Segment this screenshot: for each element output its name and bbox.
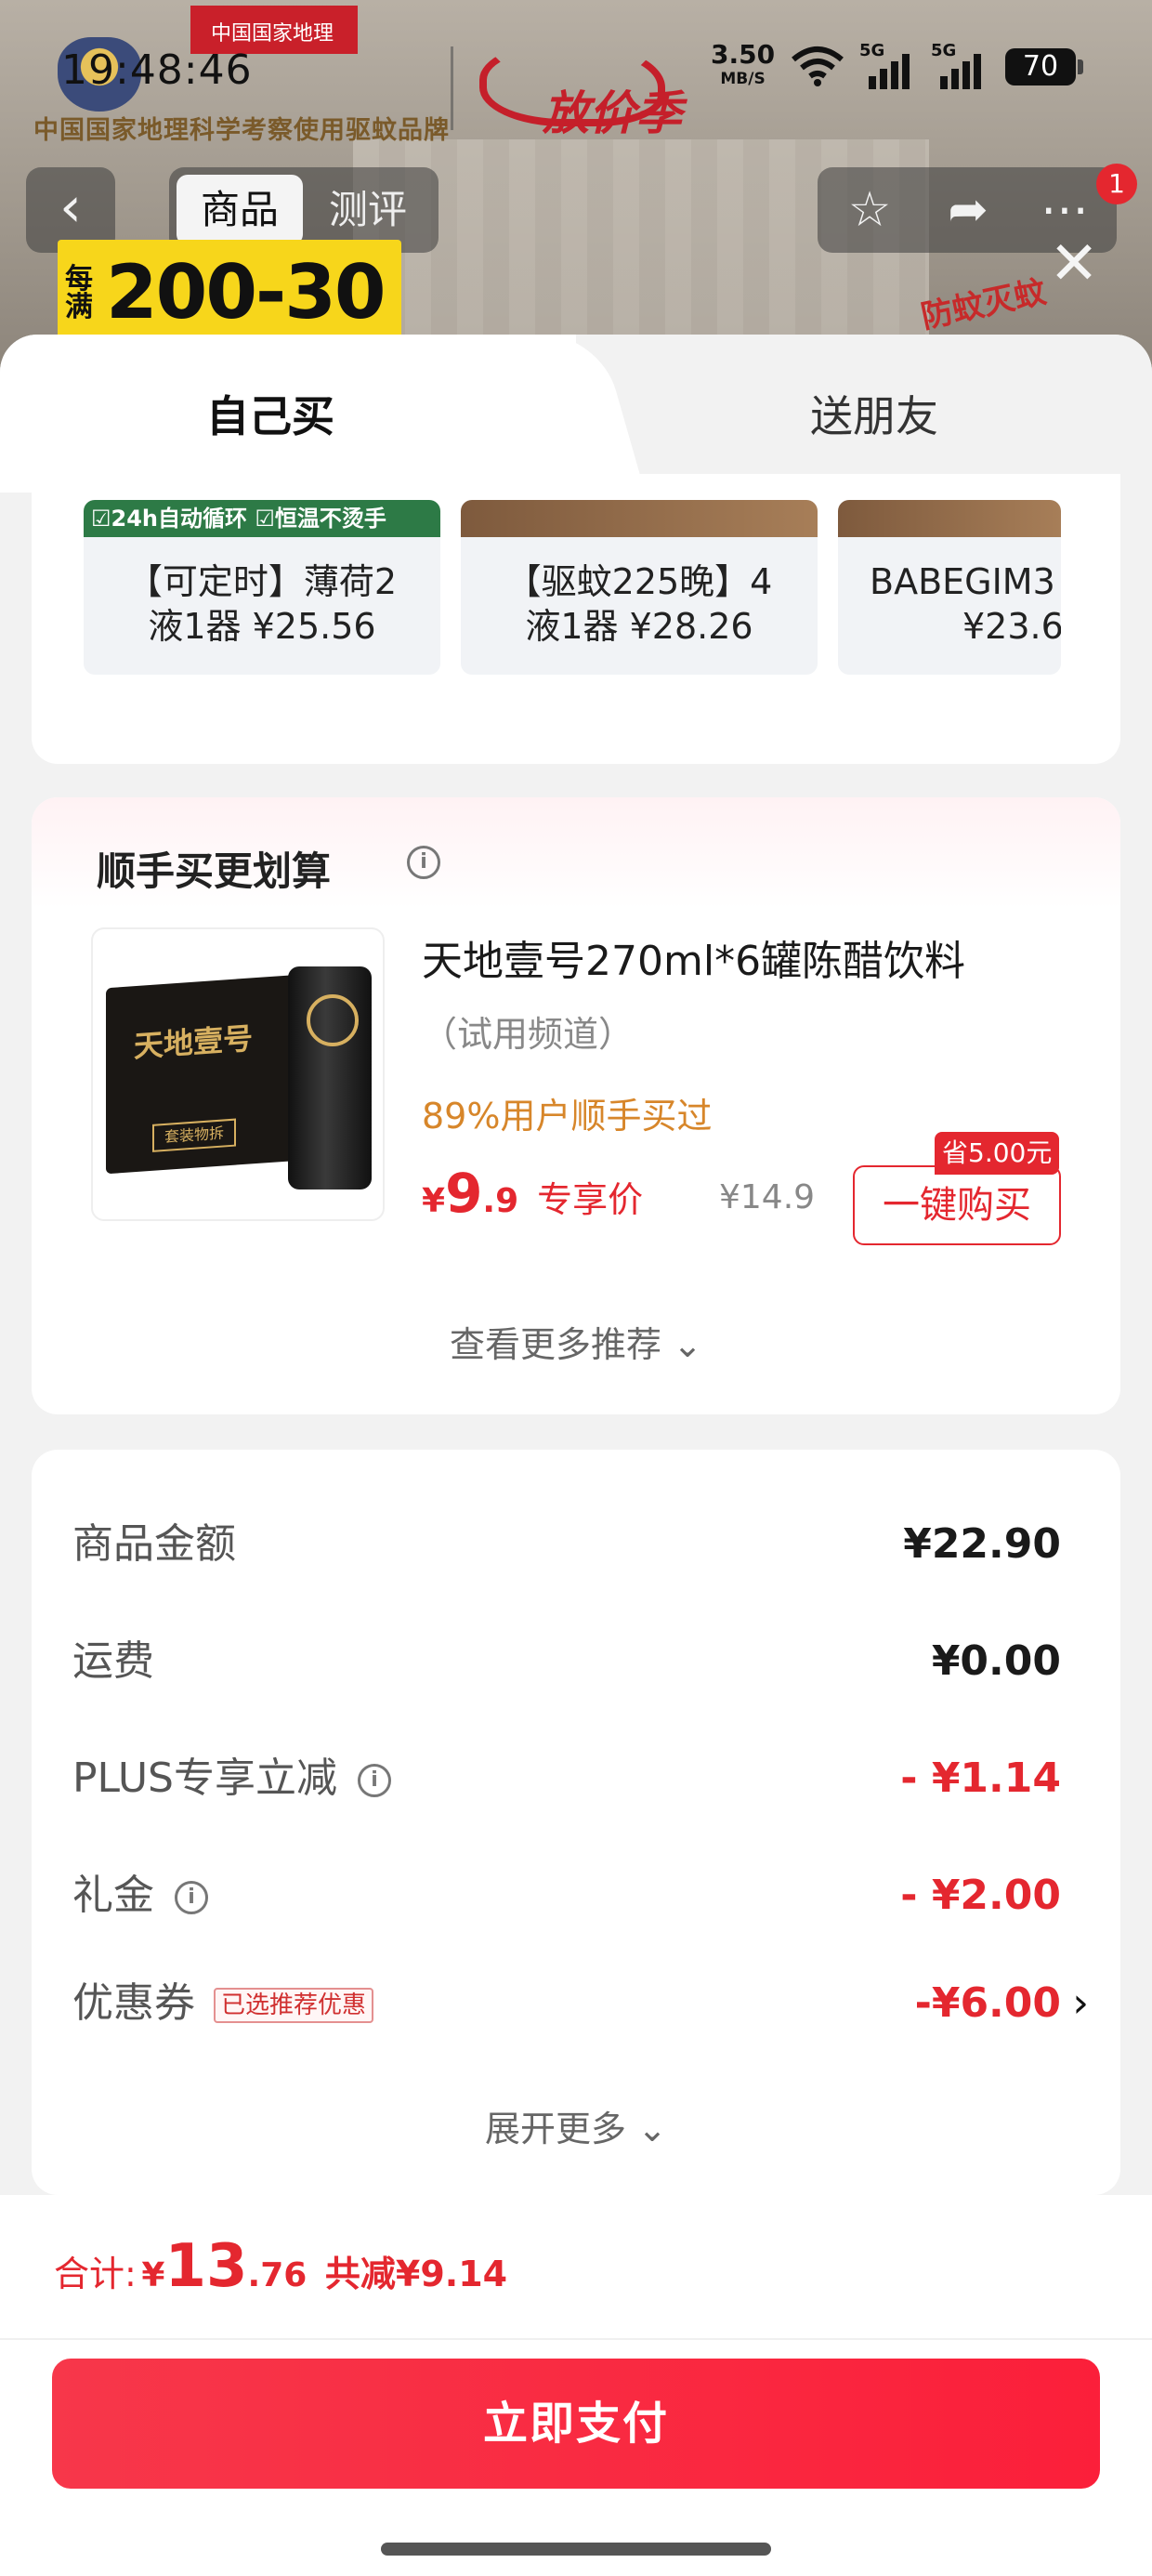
row-label: PLUS专享立减 i — [72, 1741, 391, 1816]
strip-name-line: 液1器 ¥28.26 — [525, 606, 753, 647]
strip-product-name: 【驱蚊225晚】4 液1器 ¥28.26 — [461, 559, 818, 649]
cart-badge: 1 — [1096, 164, 1137, 204]
strip-name-line: 【驱蚊225晚】4 — [505, 561, 773, 602]
row-label: 优惠券 已选推荐优惠 — [72, 1966, 374, 2041]
stamp-text: 防蚊灭蚊 — [918, 273, 1050, 336]
net-speed-unit: MB/S — [720, 70, 766, 88]
info-icon[interactable]: i — [175, 1881, 208, 1914]
product-can — [288, 966, 372, 1189]
wifi-icon — [792, 46, 844, 86]
checkout-sheet: 自己买 送朋友 ☑24h自动循环 ☑恒温不烫手 【可定时】薄荷2 液1器 ¥25… — [0, 335, 1152, 2576]
net-speed: 3.50 MB/S — [711, 42, 775, 91]
summary-row-coupon[interactable]: 优惠券 已选推荐优惠 -¥6.00 › — [72, 1966, 1089, 2041]
addon-product-sub: （试用频道） — [422, 1014, 635, 1055]
strip-name-line: ¥23.6 — [962, 606, 1061, 647]
summary-row-plus: PLUS专享立减 i - ¥1.14 — [72, 1741, 1061, 1816]
net-speed-value: 3.50 — [711, 39, 776, 70]
row-value: -¥6.00 — [914, 1979, 1061, 2027]
row-value: - ¥1.14 — [900, 1755, 1061, 1802]
checkout-footer: 合计: ¥13.76 共减¥9.14 立即支付 — [0, 2195, 1152, 2576]
cell-signal-icon: 5G — [859, 41, 913, 89]
one-click-buy-button[interactable]: 一键购买 — [853, 1165, 1061, 1245]
brand-slogan: 中国国家地理科学考察使用驱蚊品牌 — [33, 116, 450, 145]
share-icon[interactable]: ➦ — [922, 173, 1015, 247]
addon-product-name[interactable]: 天地壹号270ml*6罐陈醋饮料 — [422, 927, 965, 987]
product-box-text: 天地壹号 — [134, 1020, 254, 1065]
product-box: 天地壹号 套装物拆 — [106, 974, 301, 1175]
checkout-screen: 中国国家地理 中国国家地理科学考察使用驱蚊品牌 放价季 19:48:46 3.5… — [0, 0, 1152, 2576]
cell-signal-icon: 5G — [931, 41, 985, 89]
bought-rate: 89%用户顺手买过 — [422, 1096, 713, 1137]
total-discount: 共减¥9.14 — [324, 2254, 508, 2294]
strip-name-line: 【可定时】薄荷2 — [126, 561, 398, 602]
expand-more-link[interactable]: 展开更多 ⌄ — [32, 2100, 1120, 2151]
total-int: 13 — [164, 2232, 248, 2301]
chevron-right-icon: › — [1072, 1979, 1089, 2027]
product-page-backdrop: 中国国家地理 中国国家地理科学考察使用驱蚊品牌 放价季 19:48:46 3.5… — [0, 0, 1152, 372]
home-indicator[interactable] — [381, 2543, 771, 2556]
tab-product[interactable]: 商品 — [177, 175, 303, 245]
strip-name-line: BABEGIM3 — [870, 561, 1055, 602]
total-currency: ¥ — [141, 2256, 165, 2294]
row-label: 运费 — [72, 1637, 154, 1685]
row-label-text: PLUS专享立减 — [72, 1755, 337, 1802]
price-summary: 商品金额 ¥22.90 运费 ¥0.00 PLUS专享立减 i - ¥1.14 礼… — [32, 1450, 1120, 2195]
row-label-text: 优惠券 — [72, 1979, 195, 2027]
divider — [0, 2338, 1152, 2340]
strip-product-1[interactable]: ☑24h自动循环 ☑恒温不烫手 【可定时】薄荷2 液1器 ¥25.56 — [84, 500, 440, 675]
strip-banner: ☑24h自动循环 ☑恒温不烫手 — [84, 500, 440, 537]
total-amount: 合计: ¥13.76 共减¥9.14 — [54, 2232, 507, 2301]
product-strip: ☑24h自动循环 ☑恒温不烫手 【可定时】薄荷2 液1器 ¥25.56 . 【驱… — [32, 474, 1120, 764]
product-box-tag: 套装物拆 — [152, 1118, 236, 1152]
tab-review[interactable]: 测评 — [305, 175, 431, 245]
price-label: 专享价 — [537, 1179, 644, 1220]
summary-row-gift: 礼金 i - ¥2.00 — [72, 1859, 1061, 1933]
back-icon: ‹ — [59, 175, 82, 240]
star-icon[interactable]: ☆ — [823, 173, 916, 247]
total-dec: .76 — [247, 2256, 308, 2294]
battery-icon: 70 — [1005, 48, 1083, 85]
product-image[interactable]: 天地壹号 套装物拆 — [91, 927, 385, 1221]
total-label: 合计: — [54, 2254, 137, 2294]
promo-small-text: 每满 — [65, 263, 93, 323]
more-recommendations-link[interactable]: 查看更多推荐 ⌄ — [32, 1316, 1120, 1367]
addon-title: 顺手买更划算 — [97, 848, 332, 894]
addon-price: ¥9.9 专享价 — [422, 1162, 643, 1225]
tab-buy-for-self[interactable]: 自己买 — [206, 383, 334, 444]
strip-banner-image: . — [461, 500, 818, 537]
price-currency: ¥ — [422, 1182, 446, 1220]
info-icon[interactable]: i — [407, 846, 440, 879]
coupon-tag: 已选推荐优惠 — [214, 1988, 374, 2023]
row-value: ¥0.00 — [931, 1637, 1061, 1685]
strip-product-name: BABEGIM3 ¥23.6 — [838, 559, 1061, 649]
row-label: 商品金额 — [72, 1520, 236, 1568]
addon-deal-card: 顺手买更划算 i 天地壹号 套装物拆 天地壹号270ml*6罐陈醋饮料 （试用频… — [32, 797, 1120, 1414]
tab-send-to-friend[interactable]: 送朋友 — [810, 383, 938, 444]
row-label-text: 礼金 — [72, 1872, 154, 1919]
price-int: 9 — [445, 1162, 483, 1225]
row-label: 礼金 i — [72, 1859, 208, 1933]
summary-row-subtotal: 商品金额 ¥22.90 — [72, 1507, 1061, 1582]
strip-name-line: 液1器 ¥25.56 — [148, 606, 376, 647]
strip-product-2[interactable]: . 【驱蚊225晚】4 液1器 ¥28.26 — [461, 500, 818, 675]
info-icon[interactable]: i — [358, 1764, 391, 1797]
strip-product-3[interactable]: . BABEGIM3 ¥23.6 — [838, 500, 1061, 675]
save-badge: 省5.00元 — [935, 1132, 1060, 1175]
row-value: ¥22.90 — [903, 1520, 1061, 1568]
status-time: 19:48:46 — [61, 46, 253, 94]
close-icon[interactable]: ✕ — [1046, 234, 1102, 294]
original-price: ¥14.9 — [719, 1178, 816, 1216]
price-dec: .9 — [482, 1182, 519, 1220]
promo-tag: 每满 200-30 — [58, 240, 401, 340]
summary-row-shipping: 运费 ¥0.00 — [72, 1624, 1061, 1699]
promo-big-text: 200-30 — [106, 249, 386, 335]
strip-product-name: 【可定时】薄荷2 液1器 ¥25.56 — [84, 559, 440, 649]
pay-now-button[interactable]: 立即支付 — [52, 2359, 1100, 2489]
strip-banner-image: . — [838, 500, 1061, 537]
row-value: - ¥2.00 — [900, 1872, 1061, 1919]
status-bar: 19:48:46 3.50 MB/S 5G 5G 70 — [0, 37, 1152, 102]
